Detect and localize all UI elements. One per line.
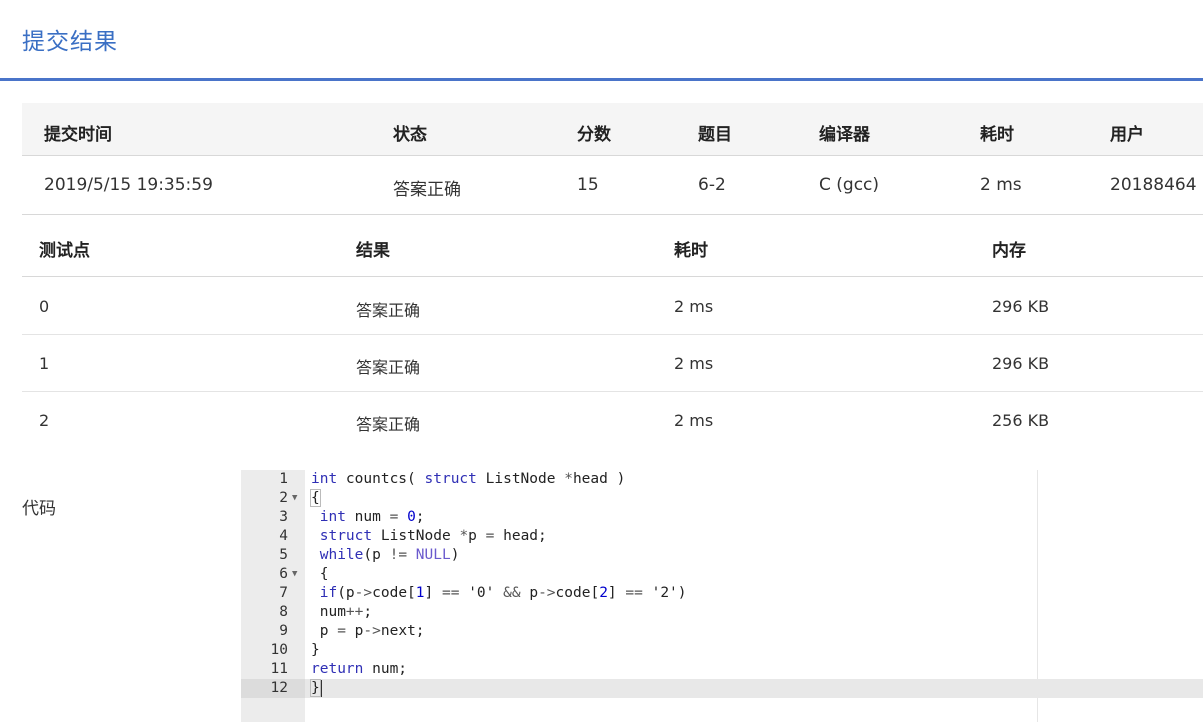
testpoint-time: 2 ms (674, 411, 714, 430)
code-line: 3 int num = 0; (241, 508, 1203, 527)
code-text: } (311, 642, 320, 658)
header-problem: 题目 (698, 125, 732, 145)
code-text: p = p->next; (311, 623, 425, 639)
header-memory: 内存 (992, 241, 1026, 261)
problem-link[interactable]: 6-2 (698, 175, 726, 195)
table-row: 1 答案正确 2 ms 296 KB (22, 335, 1203, 392)
score-value: 15 (577, 175, 599, 195)
code-text: { (310, 489, 321, 507)
testpoint-id: 1 (39, 354, 50, 373)
testpoints-table-header: 测试点 结果 耗时 内存 (22, 215, 1203, 277)
code-line: 2 ▼ { (241, 489, 1203, 508)
chevron-down-icon[interactable]: ▼ (292, 565, 297, 584)
line-number: 8 (279, 604, 288, 620)
page-header: 提交结果 (0, 0, 1203, 81)
code-text: int countcs( struct ListNode *head ) (311, 471, 626, 487)
line-number: 11 (270, 661, 288, 677)
code-text: while(p != NULL) (319, 547, 460, 563)
header-compiler: 编译器 (819, 125, 870, 145)
line-number: 1 (279, 471, 288, 487)
status-badge: 答案正确 (393, 180, 461, 200)
code-line: 6 ▼ { (241, 565, 1203, 584)
summary-table-header: 提交时间 状态 分数 题目 编译器 耗时 用户 (22, 103, 1203, 156)
code-text: if(p->code[1] == '0' && p->code[2] == '2… (319, 585, 687, 601)
code-label: 代码 (22, 499, 56, 519)
code-line: 10 } (241, 641, 1203, 660)
header-score: 分数 (577, 125, 611, 145)
code-line: 4 struct ListNode *p = head; (241, 527, 1203, 546)
line-number: 5 (279, 547, 288, 563)
page-title: 提交结果 (22, 29, 118, 55)
testpoint-result: 答案正确 (356, 358, 421, 377)
testpoint-memory: 296 KB (992, 354, 1050, 373)
header-testpoint: 测试点 (39, 241, 90, 261)
testpoint-memory: 296 KB (992, 297, 1050, 316)
line-number: 2 (279, 490, 288, 506)
line-number: 9 (279, 623, 288, 639)
code-line: 7 if(p->code[1] == '0' && p->code[2] == … (241, 584, 1203, 603)
testpoint-result: 答案正确 (356, 415, 421, 434)
header-duration: 耗时 (980, 125, 1014, 145)
header-result: 结果 (356, 241, 390, 261)
header-status: 状态 (393, 125, 427, 145)
code-line: 8 num++; (241, 603, 1203, 622)
code-line: 5 while(p != NULL) (241, 546, 1203, 565)
header-time: 耗时 (674, 241, 708, 261)
code-line: 9 p = p->next; (241, 622, 1203, 641)
submit-time: 2019/5/15 19:35:59 (44, 175, 213, 195)
code-text: } (310, 679, 322, 697)
summary-table-row: 2019/5/15 19:35:59 答案正确 15 6-2 C (gcc) 2… (22, 156, 1203, 215)
code-line: 12 } (241, 679, 1203, 698)
duration-value: 2 ms (980, 175, 1022, 195)
chevron-down-icon[interactable]: ▼ (292, 489, 297, 508)
line-number: 10 (270, 642, 288, 658)
testpoint-id: 0 (39, 297, 50, 316)
line-number: 7 (279, 585, 288, 601)
line-number: 4 (279, 528, 288, 544)
testpoint-memory: 256 KB (992, 411, 1050, 430)
code-line: 11 return num; (241, 660, 1203, 679)
testpoint-time: 2 ms (674, 297, 714, 316)
line-number: 3 (279, 509, 288, 525)
code-text: { (311, 566, 329, 582)
code-text: int num = 0; (319, 509, 425, 525)
header-user: 用户 (1110, 125, 1144, 145)
testpoint-time: 2 ms (674, 354, 714, 373)
code-editor[interactable]: 1 int countcs( struct ListNode *head ) 2… (241, 470, 1203, 722)
text-cursor (320, 679, 322, 697)
testpoint-result: 答案正确 (356, 301, 421, 320)
code-text: return num; (311, 661, 408, 677)
table-row: 0 答案正确 2 ms 296 KB (22, 278, 1203, 335)
line-number: 6 (279, 566, 288, 582)
testpoint-id: 2 (39, 411, 50, 430)
table-row: 2 答案正确 2 ms 256 KB (22, 392, 1203, 449)
code-line: 1 int countcs( struct ListNode *head ) (241, 470, 1203, 489)
compiler-value: C (gcc) (819, 175, 880, 195)
header-submit-time: 提交时间 (44, 125, 112, 145)
line-number: 12 (270, 680, 288, 696)
code-text: num++; (311, 604, 373, 620)
user-link[interactable]: 20188464 (1110, 175, 1197, 195)
code-text: struct ListNode *p = head; (319, 528, 547, 544)
